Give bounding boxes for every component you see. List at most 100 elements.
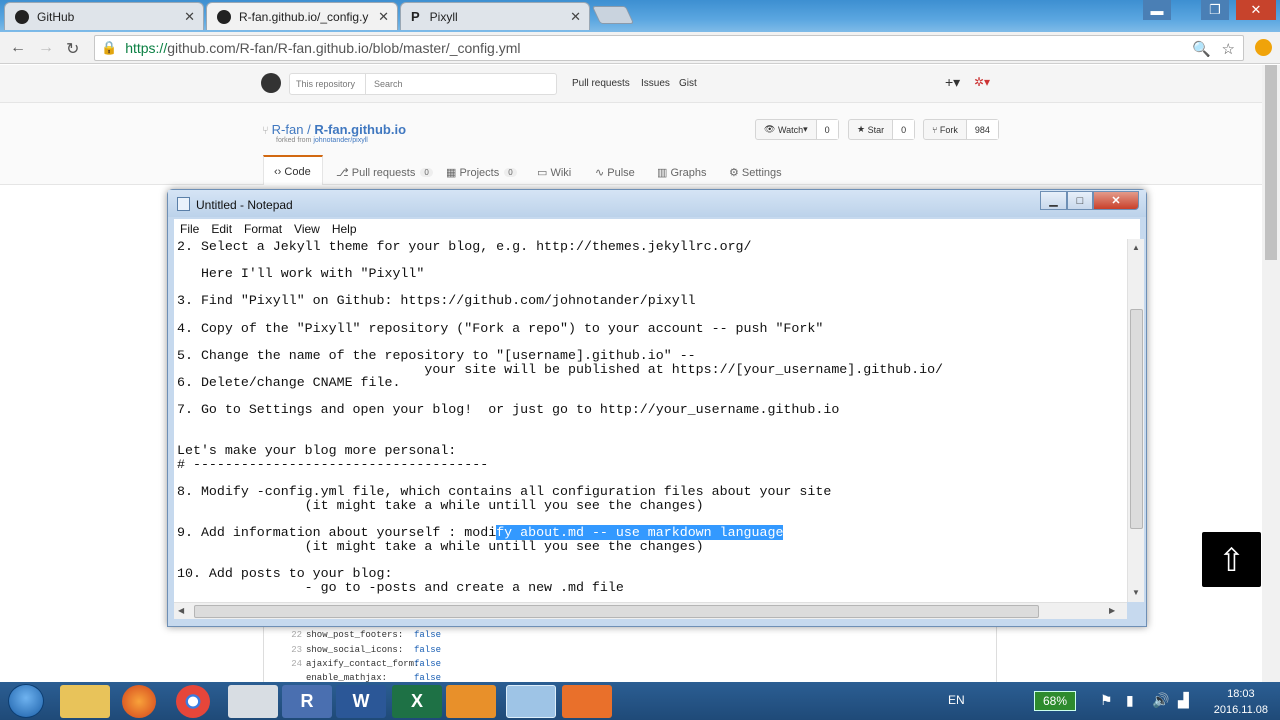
close-icon[interactable]: ✕ [1093,191,1139,210]
nav-gist[interactable]: Gist [679,78,697,89]
tab-code[interactable]: ‹› Code [274,166,311,178]
address-bar[interactable]: 🔒 https://github.com/R-fan/R-fan.github.… [94,35,1244,61]
repo-forked-icon: ⑂ [262,125,272,137]
bookmark-star-icon[interactable]: ☆ [1222,40,1235,58]
book-icon: ▭ [537,167,551,179]
notepad-window: Untitled - Notepad ▁ □ ✕ File Edit Forma… [167,189,1147,627]
browser-toolbar: ← → ↻ 🔒 https://github.com/R-fan/R-fan.g… [0,32,1280,64]
power-icon[interactable]: ▮ [1126,692,1134,709]
tab-graphs[interactable]: ▥ Graphs [657,166,707,180]
tab-settings[interactable]: ⚙ Settings [729,166,782,180]
battery-indicator[interactable]: 68% [1034,691,1076,711]
nav-issues[interactable]: Issues [641,78,670,89]
restore-icon[interactable]: ❐ [1201,0,1229,20]
minimize-icon[interactable]: ▁ [1040,191,1067,210]
chrome-icon[interactable] [176,685,210,718]
eye-icon: 👁 [764,124,778,134]
notepad-titlebar[interactable]: Untitled - Notepad ▁ □ ✕ [168,190,1146,217]
zoom-icon[interactable]: 🔍 [1192,40,1211,58]
repo-name-link[interactable]: R-fan.github.io [314,122,406,137]
tab-pixyll[interactable]: P Pixyll ✕ [400,2,590,30]
fork-button[interactable]: ⑂ Fork 984 [923,119,999,140]
close-window-icon[interactable]: ✕ [1236,0,1276,20]
scroll-right-icon[interactable]: ▶ [1109,606,1115,615]
notepad-taskbar-icon[interactable] [506,685,556,718]
watch-count[interactable]: 0 [816,120,838,139]
tab-label: R-fan.github.io/_config.y [239,9,369,24]
avatar[interactable]: ✲▾ [974,75,990,89]
star-button[interactable]: ★ Star 0 [848,119,916,140]
horizontal-scrollbar[interactable]: ◀ ▶ [174,602,1127,619]
word-icon[interactable]: W [336,685,386,718]
tab-wiki[interactable]: ▭ Wiki [537,166,571,180]
search-placeholder: Search [374,79,403,89]
close-icon[interactable]: ✕ [184,9,195,25]
close-icon[interactable]: ✕ [378,9,389,25]
search-input[interactable]: This repository Search [289,73,557,95]
scroll-down-icon[interactable]: ▼ [1132,588,1140,597]
flag-icon[interactable]: ⚑ [1100,692,1113,709]
new-tab-button[interactable] [591,6,635,24]
maximize-icon[interactable]: □ [1067,191,1093,210]
start-button[interactable] [8,684,44,718]
r-app-icon[interactable]: R [282,685,332,718]
text-line: (it might take a while untill you see th… [177,498,704,513]
vertical-scrollbar[interactable]: ▲ ▼ [1127,239,1144,602]
tab-github[interactable]: GitHub ✕ [4,2,204,30]
text-line: 3. Find "Pixyll" on Github: https://gith… [177,293,696,308]
python-icon[interactable] [228,685,278,718]
watch-label: Watch [777,124,804,135]
close-icon[interactable]: ✕ [570,9,581,25]
tab-pulse[interactable]: ∿ Pulse [595,166,635,180]
firefox-icon[interactable] [122,685,156,718]
tab-config[interactable]: R-fan.github.io/_config.y ✕ [206,2,398,30]
text-line: Let's make your blog more personal: [177,443,457,458]
explorer-icon[interactable] [60,685,110,718]
network-icon[interactable]: ▟ [1178,692,1189,709]
horizontal-scroll-thumb[interactable] [194,605,1039,618]
repo-header: ⑂ R-fan / R-fan.github.io forked from jo… [0,103,1262,185]
minimize-icon[interactable]: ▬ [1143,0,1171,20]
back-icon[interactable]: ← [10,39,26,57]
github-logo-icon[interactable] [261,73,281,93]
excel-icon[interactable]: X [392,685,442,718]
volume-icon[interactable]: 🔊 [1152,692,1169,709]
menu-file[interactable]: File [180,222,199,236]
scroll-left-icon[interactable]: ◀ [178,606,184,615]
language-indicator[interactable]: EN [948,693,965,707]
code-line: 24 ajaxify_contact_form: false [291,659,442,669]
page-scroll-thumb[interactable] [1265,65,1277,260]
fork-count[interactable]: 984 [966,120,998,139]
menu-format[interactable]: Format [244,222,282,236]
forked-link[interactable]: johnotander/pixyll [313,137,367,144]
clock[interactable]: 18:03 2016.11.08 [1214,686,1268,718]
upload-home-icon[interactable]: ⇧ [1202,532,1261,587]
notepad-menubar: File Edit Format View Help [174,219,1140,239]
menu-help[interactable]: Help [332,222,357,236]
screen-recorder-icon[interactable] [562,685,612,718]
plus-icon[interactable]: +▾ [945,74,960,91]
text-line-start: 9. Add information about yourself : modi [177,525,497,540]
scroll-up-icon[interactable]: ▲ [1132,243,1140,252]
tab-projects[interactable]: ▦ Projects 0 [446,166,517,179]
notepad-icon [177,197,190,211]
repo-owner-link[interactable]: R-fan [272,122,304,137]
nav-pull-requests[interactable]: Pull requests [572,78,630,89]
menu-view[interactable]: View [294,222,320,236]
watch-button[interactable]: 👁 Watch ▾ 0 [755,119,839,140]
tab-pull-requests[interactable]: ⎇ Pull requests 0 [336,166,433,179]
text-line: 8. Modify -config.yml file, which contai… [177,484,832,499]
graph-icon: ▥ [657,167,671,179]
system-tray: EN 68% ⚑ ▮ 🔊 ▟ 18:03 2016.11.08 [940,682,1280,720]
vertical-scroll-thumb[interactable] [1130,309,1143,529]
page-scrollbar[interactable] [1262,65,1280,682]
lock-icon: 🔒 [101,40,118,55]
media-player-icon[interactable] [446,685,496,718]
star-count[interactable]: 0 [893,120,915,139]
extension-icon[interactable] [1255,39,1272,56]
menu-edit[interactable]: Edit [211,222,232,236]
notepad-text-area[interactable]: 2. Select a Jekyll theme for your blog, … [174,239,1127,602]
reload-icon[interactable]: ↻ [66,39,79,59]
forward-icon[interactable]: → [38,39,54,57]
forked-prefix: forked from [276,137,314,144]
